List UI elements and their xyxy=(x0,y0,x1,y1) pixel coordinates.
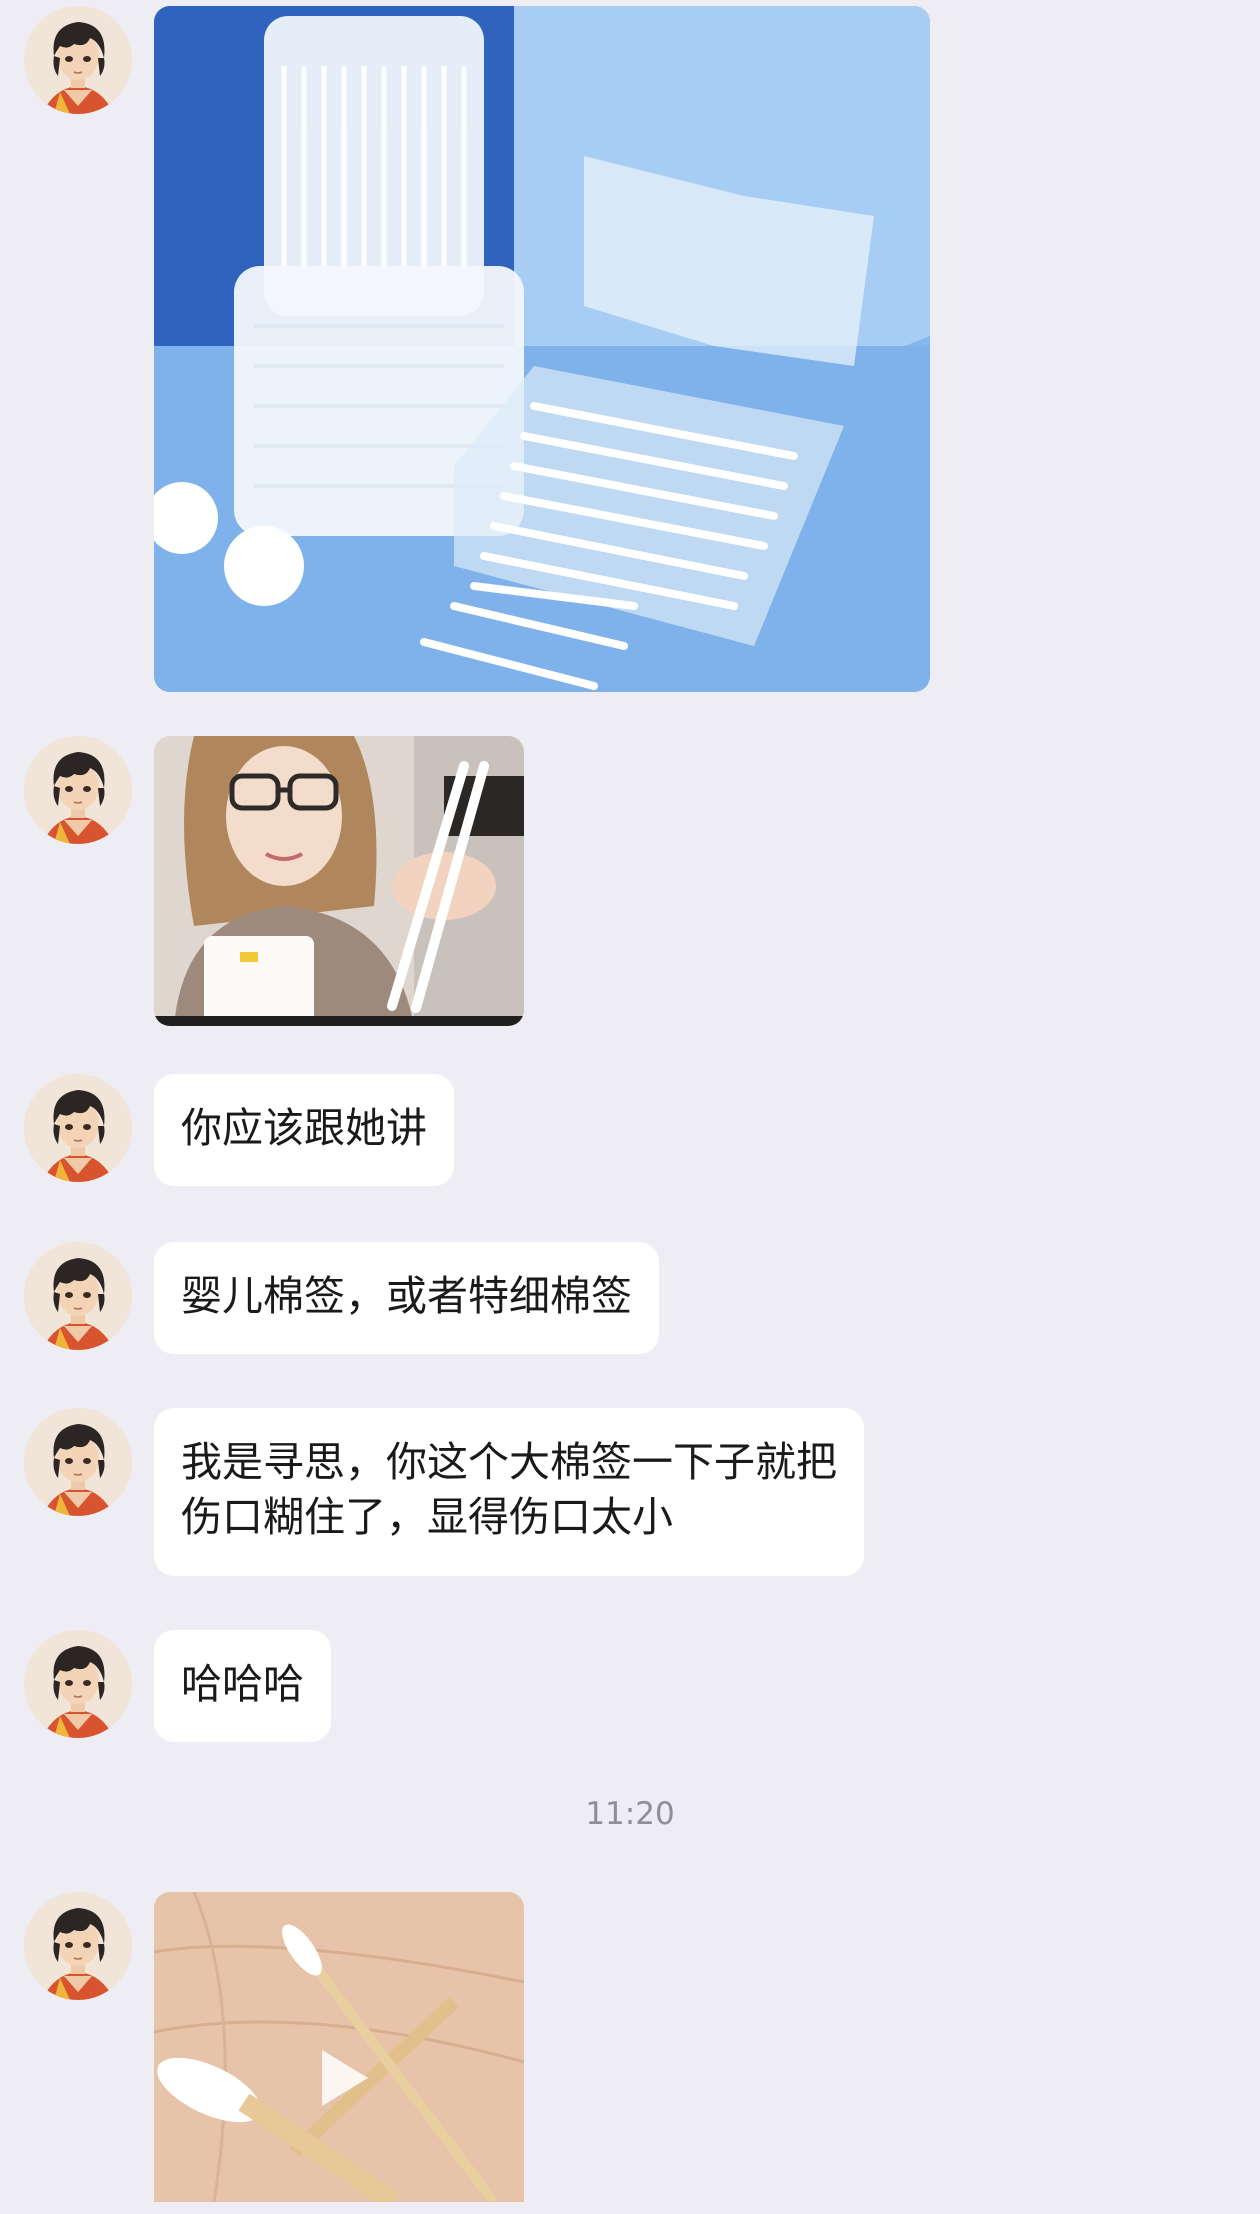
sender-avatar[interactable] xyxy=(24,1242,132,1350)
image-message-cotton-swabs[interactable] xyxy=(154,6,930,692)
sender-avatar[interactable] xyxy=(24,1074,132,1182)
sender-avatar[interactable] xyxy=(24,1408,132,1516)
sender-avatar[interactable] xyxy=(24,1630,132,1738)
message-text-line: 我是寻思，你这个大棉签一下子就把 xyxy=(181,1438,837,1486)
message-text: 哈哈哈 xyxy=(181,1660,304,1708)
sender-avatar[interactable] xyxy=(24,1892,132,2000)
text-message[interactable]: 哈哈哈 xyxy=(154,1630,331,1742)
play-icon[interactable] xyxy=(322,2050,368,2106)
sender-avatar[interactable] xyxy=(24,736,132,844)
text-message[interactable]: 我是寻思，你这个大棉签一下子就把 伤口糊住了，显得伤口太小 xyxy=(154,1408,864,1576)
message-text-line: 伤口糊住了，显得伤口太小 xyxy=(181,1493,673,1541)
message-text: 婴儿棉签，或者特细棉签 xyxy=(181,1272,632,1320)
sender-avatar[interactable] xyxy=(24,6,132,114)
video-message-woman-with-swabs[interactable] xyxy=(154,736,524,1026)
chat-timestamp: 11:20 xyxy=(585,1796,675,1832)
video-message-swab-comparison[interactable] xyxy=(154,1892,524,2202)
text-message[interactable]: 你应该跟她讲 xyxy=(154,1074,454,1186)
message-text: 你应该跟她讲 xyxy=(181,1104,427,1152)
text-message[interactable]: 婴儿棉签，或者特细棉签 xyxy=(154,1242,659,1354)
